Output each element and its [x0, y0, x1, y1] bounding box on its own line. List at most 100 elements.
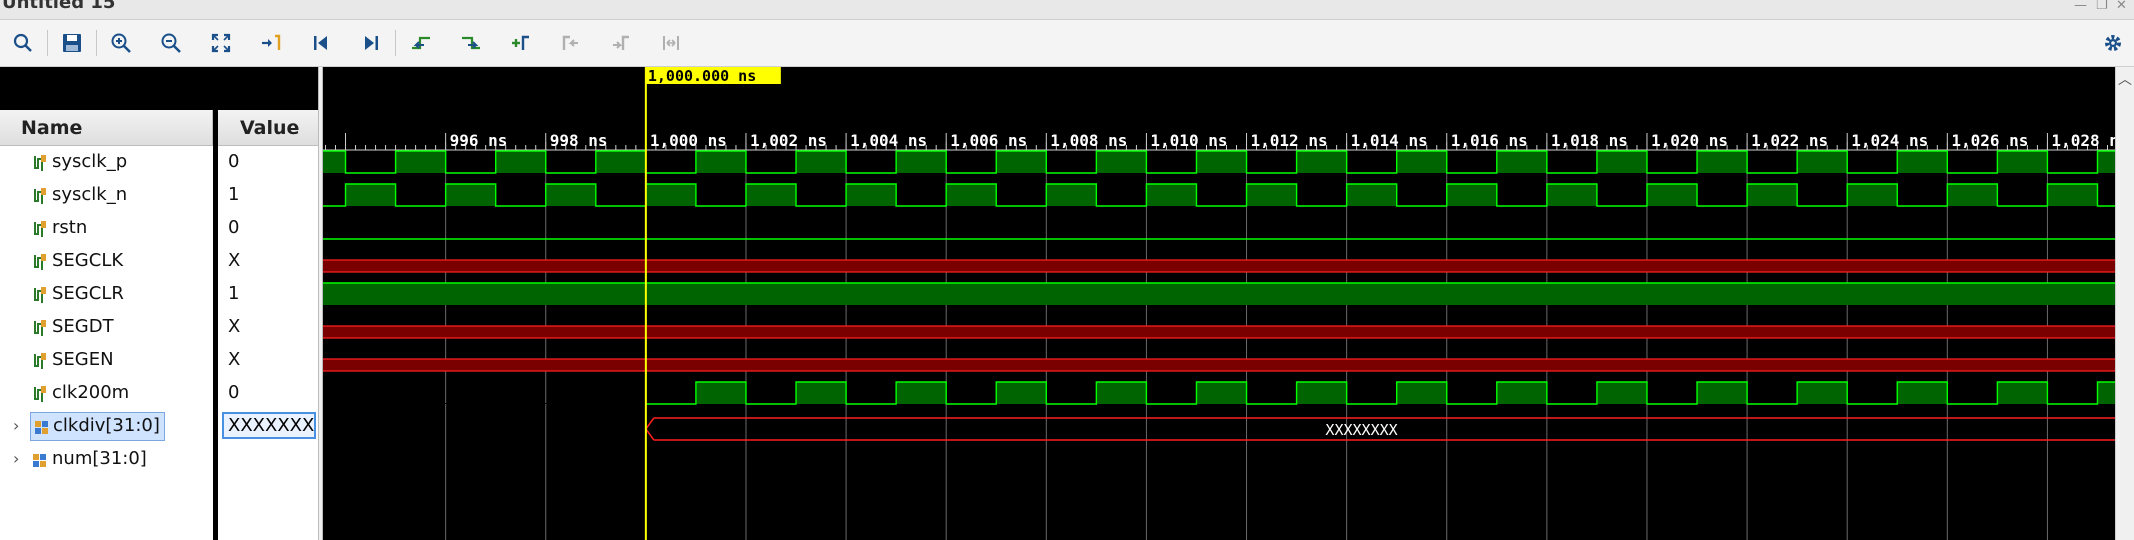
signal-row[interactable]: SEGCLK X	[0, 245, 318, 278]
ruler-tick-label: 1,016 ns	[1451, 131, 1528, 150]
wave-high-fill	[345, 184, 396, 206]
signal-name[interactable]: num[31:0]	[52, 448, 147, 469]
signal-row[interactable]: sysclk_p 0	[0, 146, 318, 179]
wave-high-fill	[1346, 184, 1397, 206]
wave-high-fill	[1997, 382, 2048, 404]
signal-row[interactable]: SEGCLR 1	[0, 278, 318, 311]
wave-high-fill	[946, 184, 997, 206]
previous-marker-icon[interactable]	[556, 28, 586, 58]
waveform-toolbar	[0, 20, 2134, 67]
scroll-up-icon[interactable]: ︿	[2118, 69, 2132, 89]
wave-unknown-fill	[323, 326, 2115, 338]
wave-high-fill	[1446, 184, 1497, 206]
ruler-tick-label: 1,018 ns	[1551, 131, 1628, 150]
zoom-fit-icon[interactable]	[206, 28, 236, 58]
bus-value-label: XXXXXXXX	[1325, 421, 1397, 439]
wave-high-fill	[1596, 151, 1647, 173]
signal-name[interactable]: sysclk_p	[52, 151, 127, 172]
wave-high-fill	[1396, 382, 1447, 404]
bit-signal-icon	[34, 254, 46, 270]
cursor-time-label: 1,000.000 ns	[648, 67, 756, 85]
wave-high-fill	[1496, 382, 1547, 404]
ruler-tick-label: 996 ns	[450, 131, 508, 150]
minimize-icon[interactable]: —	[2074, 0, 2087, 13]
signal-value: X	[228, 250, 241, 271]
signal-name[interactable]: SEGEN	[52, 349, 114, 370]
ruler-tick-label: 1,014 ns	[1351, 131, 1428, 150]
wave-high-fill	[1897, 382, 1948, 404]
value-column-header[interactable]: Value	[218, 110, 318, 146]
wave-high-fill	[1747, 184, 1798, 206]
search-icon[interactable]	[8, 28, 38, 58]
signal-name[interactable]: SEGCLR	[52, 283, 124, 304]
signal-row[interactable]: sysclk_n 1	[0, 179, 318, 212]
bus-signal-icon	[33, 454, 46, 467]
swap-cursors-icon[interactable]	[656, 28, 686, 58]
signal-value: X	[228, 349, 241, 370]
expand-chevron-icon[interactable]: ›	[13, 416, 19, 435]
wave-high-fill	[846, 184, 897, 206]
save-icon[interactable]	[57, 28, 87, 58]
bit-signal-icon	[34, 188, 46, 204]
wave-high-fill	[1246, 184, 1297, 206]
wave-unknown-fill	[323, 359, 2115, 371]
signal-name[interactable]: SEGDT	[52, 316, 114, 337]
name-column-header[interactable]: Name	[0, 110, 213, 146]
go-to-start-icon[interactable]	[306, 28, 336, 58]
ruler-tick-label: 1,028 ns	[2051, 131, 2115, 150]
close-icon[interactable]: ✕	[2116, 0, 2127, 13]
bit-signal-icon	[34, 221, 46, 237]
signal-value: 1	[228, 184, 240, 205]
wave-high-fill	[1546, 184, 1597, 206]
signal-name[interactable]: sysclk_n	[52, 184, 127, 205]
signal-name[interactable]: SEGCLK	[52, 250, 123, 271]
signal-row[interactable]: clk200m 0	[0, 377, 318, 410]
wave-high-fill	[395, 151, 446, 173]
wave-high-fill	[745, 184, 797, 206]
ruler-tick-label: 1,022 ns	[1751, 131, 1828, 150]
previous-transition-icon[interactable]	[406, 28, 436, 58]
signal-row[interactable]: SEGDT X	[0, 311, 318, 344]
wave-high-fill	[1697, 382, 1748, 404]
wave-high-fill	[2097, 151, 2115, 173]
wave-high-fill	[1196, 382, 1247, 404]
signal-value[interactable]: XXXXXXXX	[222, 412, 316, 439]
signal-value: X	[228, 316, 241, 337]
ruler-tick-label: 1,012 ns	[1251, 131, 1328, 150]
wave-high-fill	[1797, 382, 1848, 404]
wave-high-fill	[1947, 184, 1998, 206]
wave-high-fill	[1496, 151, 1547, 173]
signal-name[interactable]: clkdiv[31:0]	[30, 412, 165, 441]
go-to-cursor-icon[interactable]	[256, 28, 286, 58]
waveform-canvas[interactable]: 996 ns 998 ns 1,000 ns 1,002 ns 1,004 ns 1,00…	[323, 67, 2115, 540]
ruler-tick-label: 1,000 ns	[650, 131, 727, 150]
wave-high-fill	[796, 151, 847, 173]
zoom-in-icon[interactable]	[106, 28, 136, 58]
ruler-tick-label: 1,020 ns	[1651, 131, 1728, 150]
signal-row[interactable]: SEGEN X	[0, 344, 318, 377]
next-marker-icon[interactable]	[606, 28, 636, 58]
signal-value: 0	[228, 217, 240, 238]
expand-chevron-icon[interactable]: ›	[13, 449, 19, 468]
signal-name[interactable]: rstn	[52, 217, 87, 238]
bit-signal-icon	[34, 353, 46, 369]
add-marker-icon[interactable]	[506, 28, 536, 58]
wave-high-fill	[1646, 184, 1698, 206]
go-to-end-icon[interactable]	[356, 28, 386, 58]
wave-high-fill	[695, 151, 746, 173]
wave-high-fill	[1296, 151, 1347, 173]
gear-icon[interactable]	[2098, 28, 2128, 58]
wave-high-fill	[796, 382, 847, 404]
next-transition-icon[interactable]	[456, 28, 486, 58]
zoom-out-icon[interactable]	[156, 28, 186, 58]
wave-high-fill	[1196, 151, 1247, 173]
restore-icon[interactable]: ❐	[2096, 0, 2108, 13]
signal-name[interactable]: clk200m	[52, 382, 129, 403]
signal-row[interactable]: › clkdiv[31:0] XXXXXXXX	[0, 410, 318, 443]
signal-row[interactable]: rstn 0	[0, 212, 318, 245]
signal-value: 0	[228, 382, 240, 403]
vertical-scrollbar[interactable]: ︿	[2115, 67, 2134, 540]
signal-row[interactable]: › num[31:0]	[0, 443, 318, 476]
ruler-tick-label: 1,006 ns	[950, 131, 1027, 150]
wave-high-fill	[1897, 151, 1948, 173]
